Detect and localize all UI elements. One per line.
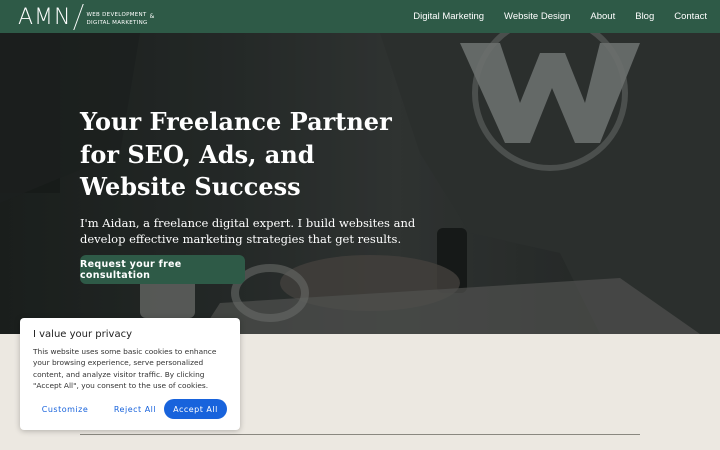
- cookie-consent-banner: I value your privacy This website uses s…: [20, 318, 240, 430]
- request-consultation-button[interactable]: Request your free consultation: [80, 255, 245, 284]
- hero-title-line3: Website Success: [80, 172, 301, 201]
- nav-contact[interactable]: Contact: [674, 11, 707, 22]
- cookie-title: I value your privacy: [33, 329, 132, 340]
- site-logo[interactable]: AMN WEB DEVELOPMENT DIGITAL MARKETING &: [18, 3, 154, 31]
- hero-section: Your Freelance Partner for SEO, Ads, and…: [0, 33, 720, 334]
- nav-blog[interactable]: Blog: [635, 11, 654, 22]
- hero-subtitle: I'm Aidan, a freelance digital expert. I…: [80, 216, 416, 246]
- section-divider: [80, 434, 640, 435]
- customize-button[interactable]: Customize: [34, 399, 96, 419]
- logo-wordmark: AMN: [18, 4, 72, 30]
- nav-website-design[interactable]: Website Design: [504, 11, 570, 22]
- hero-title: Your Freelance Partner for SEO, Ads, and…: [80, 106, 420, 204]
- logo-tagline-line1: WEB DEVELOPMENT: [86, 11, 147, 18]
- hero-title-line1: Your Freelance Partner: [80, 107, 392, 136]
- logo-slash: [72, 4, 84, 30]
- logo-ampersand: &: [149, 12, 155, 20]
- main-nav: Digital Marketing Website Design About B…: [393, 0, 707, 33]
- cookie-description: This website uses some basic cookies to …: [33, 347, 217, 391]
- logo-tagline: WEB DEVELOPMENT DIGITAL MARKETING: [87, 11, 148, 27]
- nav-digital-marketing[interactable]: Digital Marketing: [413, 11, 484, 22]
- nav-about[interactable]: About: [590, 11, 615, 22]
- logo-tagline-line2: DIGITAL MARKETING: [86, 19, 148, 26]
- accept-all-button[interactable]: Accept All: [164, 399, 227, 419]
- reject-all-button[interactable]: Reject All: [104, 399, 166, 419]
- hero-title-line2: for SEO, Ads, and: [80, 139, 315, 169]
- site-header: AMN WEB DEVELOPMENT DIGITAL MARKETING & …: [0, 0, 720, 33]
